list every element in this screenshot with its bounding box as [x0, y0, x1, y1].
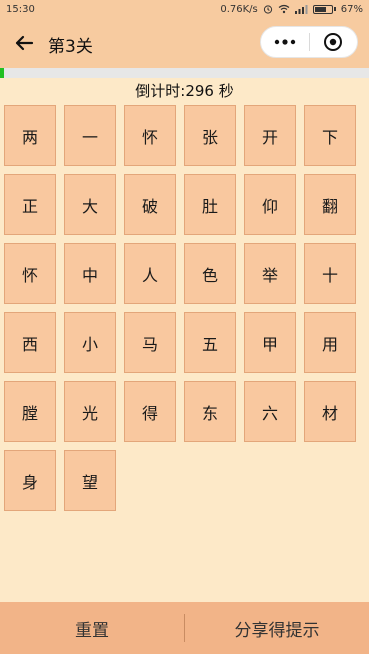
more-dots-icon: [274, 39, 295, 45]
mini-program-capsule: [260, 26, 358, 58]
status-time: 15:30: [6, 3, 35, 15]
char-cell[interactable]: 下: [304, 105, 356, 166]
signal-icon: [294, 5, 308, 14]
status-bar: 15:30 0.76K/s 67%: [0, 0, 369, 18]
time-progress-bar: [0, 68, 369, 78]
char-cell[interactable]: 怀: [124, 105, 176, 166]
char-cell[interactable]: 翻: [304, 174, 356, 235]
char-cell[interactable]: 得: [124, 381, 176, 442]
char-cell[interactable]: 光: [64, 381, 116, 442]
char-cell[interactable]: 五: [184, 312, 236, 373]
share-hint-button[interactable]: 分享得提示: [185, 616, 369, 641]
network-speed: 0.76K/s: [220, 3, 258, 15]
time-progress-fill: [0, 68, 4, 78]
alarm-icon: [263, 5, 272, 14]
char-cell[interactable]: 小: [64, 312, 116, 373]
char-cell[interactable]: 望: [64, 450, 116, 511]
wifi-icon: [278, 4, 290, 14]
char-cell[interactable]: 甲: [244, 312, 296, 373]
character-grid: 两一怀张开下正大破肚仰翻怀中人色举十西小马五甲用膛光得东六材身望: [4, 105, 356, 511]
char-cell[interactable]: 十: [304, 243, 356, 304]
char-cell[interactable]: 身: [4, 450, 56, 511]
battery-percent: 67%: [340, 3, 363, 15]
close-button[interactable]: [309, 27, 357, 57]
target-close-icon: [324, 33, 343, 51]
nav-bar: 第3关: [0, 18, 369, 68]
battery-icon: [312, 4, 336, 14]
char-cell[interactable]: 张: [184, 105, 236, 166]
char-cell[interactable]: 人: [124, 243, 176, 304]
char-cell[interactable]: 西: [4, 312, 56, 373]
more-button[interactable]: [261, 27, 309, 57]
char-cell[interactable]: 怀: [4, 243, 56, 304]
arrow-left-icon: [15, 35, 34, 51]
char-cell[interactable]: 六: [244, 381, 296, 442]
status-right: 0.76K/s 67%: [220, 4, 363, 15]
char-cell[interactable]: 正: [4, 174, 56, 235]
char-cell[interactable]: 材: [304, 381, 356, 442]
char-cell[interactable]: 一: [64, 105, 116, 166]
countdown-text: 倒计时:296 秒: [135, 82, 234, 100]
char-cell[interactable]: 肚: [184, 174, 236, 235]
char-cell[interactable]: 仰: [244, 174, 296, 235]
char-cell[interactable]: 破: [124, 174, 176, 235]
bottom-bar: 重置 分享得提示: [0, 602, 369, 654]
char-cell[interactable]: 开: [244, 105, 296, 166]
char-cell[interactable]: 举: [244, 243, 296, 304]
char-cell[interactable]: 大: [64, 174, 116, 235]
back-button[interactable]: [8, 28, 40, 58]
char-cell[interactable]: 两: [4, 105, 56, 166]
char-cell[interactable]: 色: [184, 243, 236, 304]
reset-button[interactable]: 重置: [0, 616, 184, 641]
page-title: 第3关: [48, 37, 93, 57]
char-cell[interactable]: 用: [304, 312, 356, 373]
char-cell[interactable]: 中: [64, 243, 116, 304]
char-cell[interactable]: 东: [184, 381, 236, 442]
char-cell[interactable]: 马: [124, 312, 176, 373]
char-cell[interactable]: 膛: [4, 381, 56, 442]
